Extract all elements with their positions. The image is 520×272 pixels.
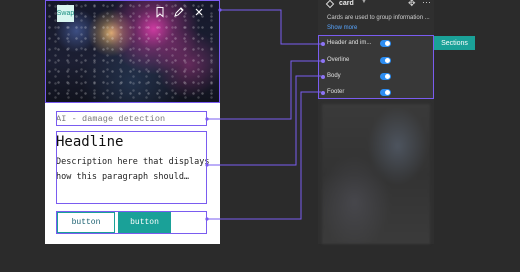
show-more-link[interactable]: Show more [327, 25, 357, 31]
chevron-down-icon[interactable]: ▼ [361, 0, 367, 5]
sections-tag: Sections [434, 36, 475, 50]
overline-connector [207, 60, 321, 120]
header-image-highlight [45, 0, 220, 103]
panel-header: card ▼ ✥ ⋯ [318, 0, 434, 10]
properties-highlight [318, 35, 434, 99]
move-icon[interactable]: ✥ [408, 0, 416, 9]
component-title: card [339, 0, 354, 7]
more-options-icon[interactable]: ⋯ [422, 0, 432, 8]
component-description: Cards are used to group information ... [327, 15, 430, 21]
blurred-panel-content [322, 104, 430, 244]
footer-connector [207, 91, 321, 220]
body-highlight [56, 131, 207, 204]
body-connector [207, 75, 321, 166]
overline-highlight [56, 111, 207, 126]
header-connector [220, 9, 321, 45]
footer-highlight [56, 211, 207, 234]
component-icon [325, 0, 335, 9]
